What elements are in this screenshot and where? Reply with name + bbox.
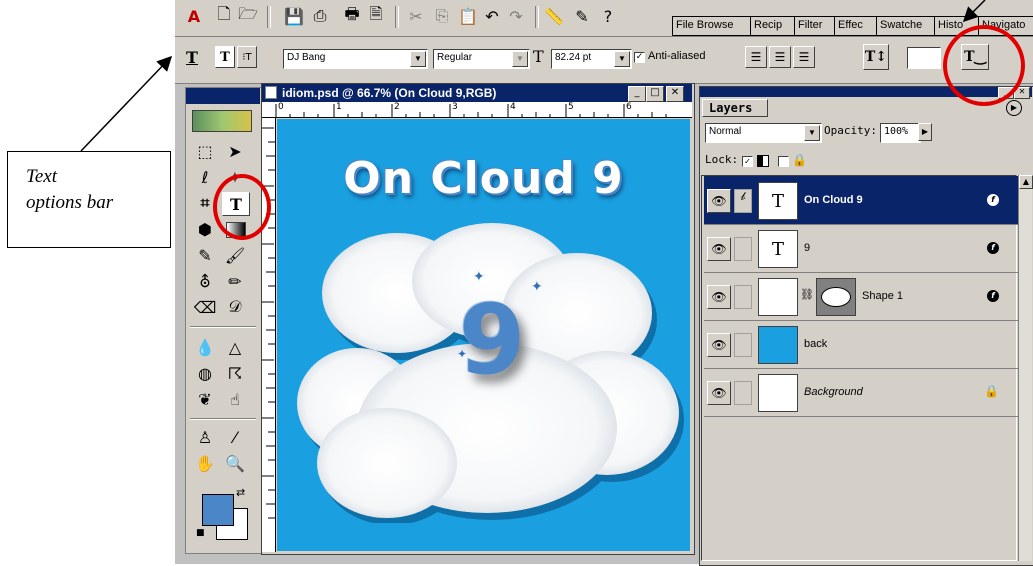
callout-line-2: options bar bbox=[26, 192, 114, 213]
foreground-color-swatch[interactable] bbox=[202, 494, 234, 526]
callout-arrow-warp bbox=[962, 0, 986, 23]
text-options-callout: Text options bar bbox=[7, 151, 171, 248]
callout-arrow-text-options bbox=[80, 55, 173, 152]
callout-arrows bbox=[80, 0, 986, 152]
callout-line-1: Text bbox=[26, 166, 57, 187]
